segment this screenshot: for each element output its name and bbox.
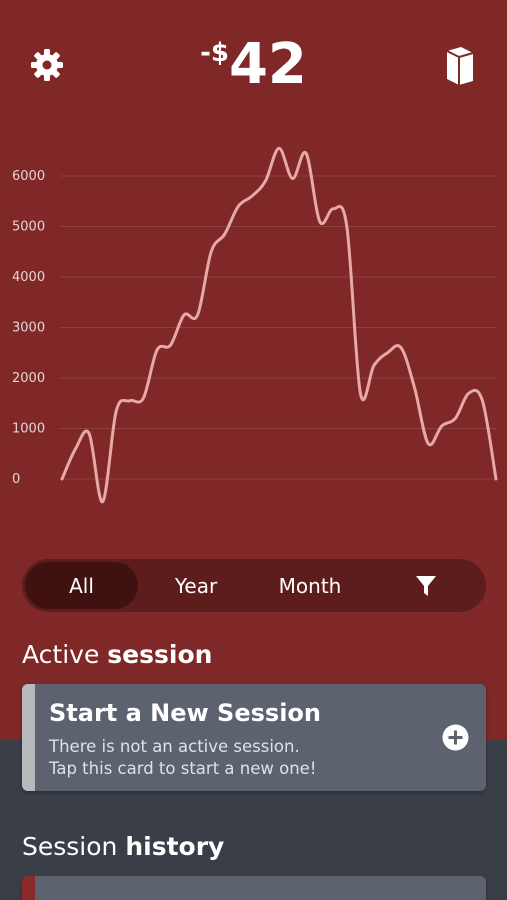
y-tick-label: 2000 [12,371,45,386]
active-session-heading: Active session [22,640,213,669]
balance-prefix: -$ [200,38,229,68]
add-session-button[interactable] [442,724,469,751]
journal-button[interactable] [434,40,484,90]
filter-month-button[interactable]: Month [254,562,366,609]
plus-circle-icon [442,724,469,751]
book-icon [446,47,474,85]
card-stripe [22,684,35,791]
history-session-card[interactable] [22,876,486,900]
balance-line [60,146,498,504]
y-tick-label: 5000 [12,220,45,235]
session-history-heading: Session history [22,832,225,861]
card-title: Start a New Session [49,699,321,727]
filter-year-button[interactable]: Year [140,562,252,609]
filter-button[interactable] [368,562,483,609]
balance-amount: 42 [228,32,307,97]
time-filter-bar: All Year Month [22,559,486,612]
balance-chart: 0 1000 2000 3000 4000 5000 6000 [12,146,498,504]
y-tick-label: 6000 [12,169,45,184]
card-description: There is not an active session. Tap this… [49,737,317,778]
y-tick-label: 0 [12,472,20,487]
start-session-card[interactable]: Start a New Session There is not an acti… [22,684,486,791]
y-tick-label: 3000 [12,321,45,336]
card-stripe [22,876,35,900]
filter-all-button[interactable]: All [25,562,138,609]
funnel-icon [415,575,436,596]
y-tick-label: 1000 [12,422,45,437]
y-tick-label: 4000 [12,270,45,285]
balance-display: -$42 [0,34,507,96]
